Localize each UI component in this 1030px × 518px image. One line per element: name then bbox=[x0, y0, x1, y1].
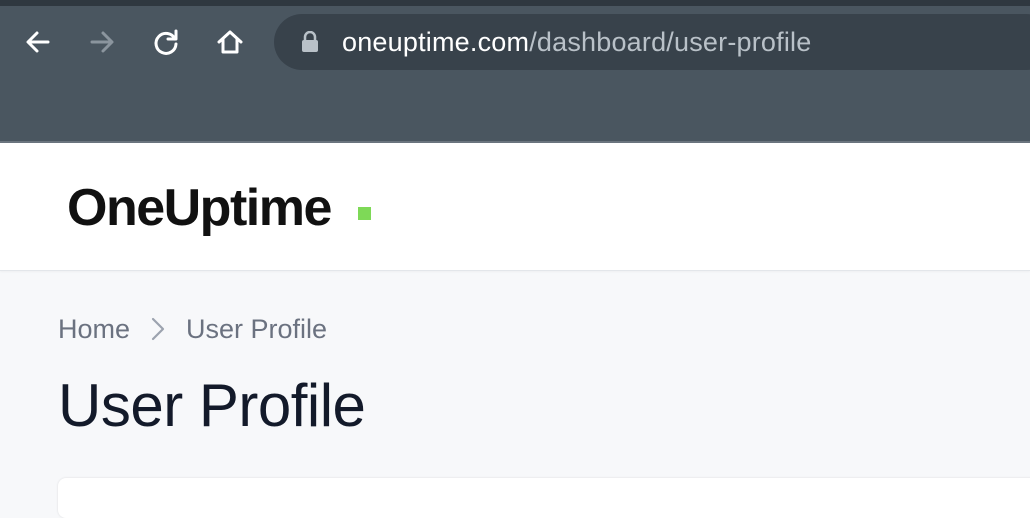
arrow-right-icon bbox=[90, 31, 114, 53]
url-host: oneuptime.com bbox=[342, 27, 530, 57]
app-header: OneUptime bbox=[0, 143, 1030, 271]
url-path: /dashboard/user-profile bbox=[529, 27, 812, 57]
chevron-right-icon bbox=[130, 312, 186, 346]
breadcrumb-item-user-profile[interactable]: User Profile bbox=[186, 312, 327, 346]
arrow-left-icon bbox=[26, 31, 50, 53]
address-bar[interactable]: oneuptime.com/dashboard/user-profile bbox=[274, 14, 1030, 70]
logo[interactable]: OneUptime bbox=[67, 179, 332, 237]
reload-button[interactable] bbox=[148, 24, 184, 60]
url-text[interactable]: oneuptime.com/dashboard/user-profile bbox=[342, 26, 811, 58]
home-button[interactable] bbox=[212, 24, 248, 60]
content-card bbox=[58, 478, 1030, 518]
breadcrumb-item-home[interactable]: Home bbox=[58, 312, 130, 346]
page-title: User Profile bbox=[58, 372, 366, 439]
logo-accent-dot bbox=[358, 207, 371, 220]
tab-strip-edge bbox=[0, 0, 1030, 6]
forward-button[interactable] bbox=[84, 24, 120, 60]
home-icon bbox=[217, 30, 243, 54]
reload-icon bbox=[154, 29, 178, 55]
browser-chrome: oneuptime.com/dashboard/user-profile bbox=[0, 0, 1030, 143]
breadcrumb: Home User Profile bbox=[58, 312, 327, 346]
lock-icon bbox=[302, 31, 318, 52]
back-button[interactable] bbox=[20, 24, 56, 60]
